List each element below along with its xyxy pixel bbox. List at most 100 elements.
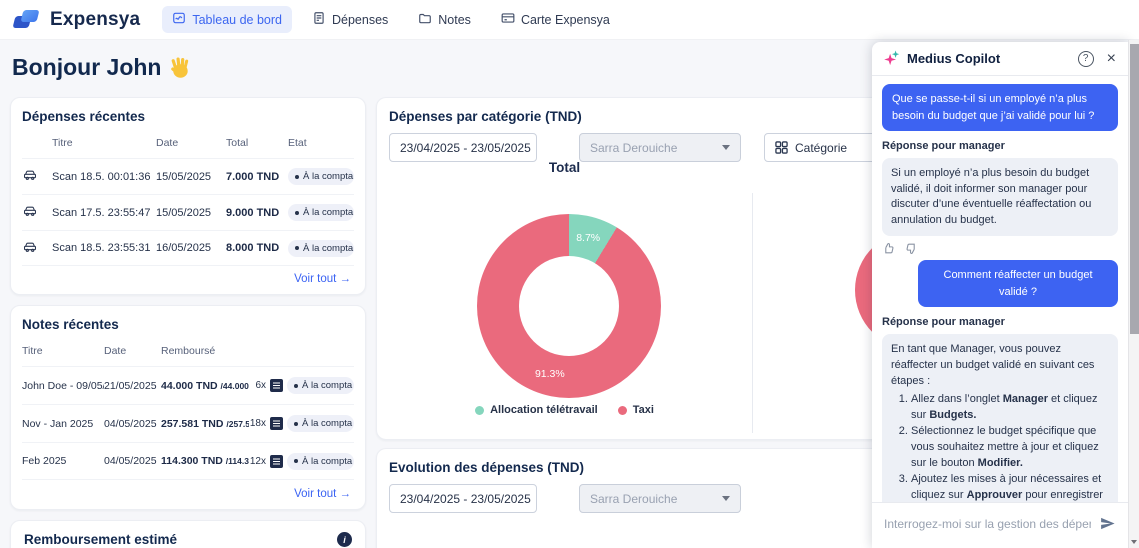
help-icon[interactable]: ? [1078, 51, 1094, 67]
expense-title: Scan 18.5. 00:01:36 [52, 171, 156, 183]
user-message: Que se passe-t-il si un employé n’a plus… [882, 84, 1118, 131]
thumbs-down-icon[interactable] [905, 242, 918, 255]
expense-row[interactable]: Scan 18.5. 23:55:31 16/05/2025 8.000 TND… [22, 230, 354, 266]
note-date: 04/05/2025 [104, 418, 161, 430]
chevron-down-icon [722, 145, 730, 150]
donut-slice-label: 8.7% [576, 232, 600, 244]
list-icon [270, 379, 283, 392]
status-badge: À la compta [288, 240, 354, 257]
assistant-steps: Allez dans l’onglet Manager et cliquez s… [891, 392, 1109, 502]
expensya-logo[interactable]: Expensya [14, 9, 140, 31]
sparkle-icon [884, 50, 900, 67]
copilot-title: Medius Copilot [907, 51, 1071, 66]
list-icon [270, 417, 283, 430]
note-amount: 257.581 TND [161, 418, 223, 430]
note-title: John Doe - 09/05/... [22, 380, 104, 392]
legend-item: Taxi [618, 404, 654, 416]
scrollbar-thumb[interactable] [1130, 44, 1139, 334]
expense-title: Scan 17.5. 23:55:47 [52, 207, 156, 219]
note-date: 21/05/2025 [104, 380, 161, 392]
category-donut-chart: 8.7% 91.3% [477, 214, 661, 398]
taxi-icon [22, 203, 52, 222]
see-all-notes-link[interactable]: Voir tout → [294, 488, 351, 500]
estimated-reimbursement-card: Remboursement estimé i [10, 520, 366, 548]
grid-icon [775, 141, 788, 154]
date-range-input[interactable]: 23/04/2025 - 23/05/2025 [389, 133, 537, 162]
card-title: Dépenses récentes [22, 109, 354, 124]
tab-notes[interactable]: Notes [408, 6, 481, 33]
notes-table-header: Titre Date Remboursé [22, 345, 354, 366]
col-etat: Etat [288, 137, 354, 149]
waving-hand-icon [169, 56, 193, 80]
expense-row[interactable]: Scan 18.5. 00:01:36 15/05/2025 7.000 TND… [22, 158, 354, 194]
expense-total: 7.000 TND [226, 171, 288, 183]
note-amount: 44.000 TND [161, 380, 218, 392]
assistant-message: Si un employé n’a plus besoin du budget … [882, 158, 1118, 236]
expense-row[interactable]: Scan 17.5. 23:55:47 15/05/2025 9.000 TND… [22, 194, 354, 230]
note-row[interactable]: John Doe - 09/05/... 21/05/2025 44.000 T… [22, 366, 354, 404]
donut-slice-label: 91.3% [535, 368, 565, 380]
status-dot-icon [295, 175, 299, 179]
copilot-input[interactable] [884, 517, 1091, 531]
folder-icon [418, 11, 432, 28]
status-dot-icon [294, 384, 298, 388]
legend-item: Allocation télétravail [475, 404, 598, 416]
answer-label: Réponse pour manager [882, 316, 1118, 328]
note-date: 04/05/2025 [104, 455, 161, 467]
legend-dot-icon [475, 406, 484, 415]
scrollbar-down-arrow-icon[interactable] [1131, 540, 1137, 544]
expenses-table-header: Titre Date Total Etat [22, 137, 354, 158]
feedback-buttons [882, 242, 1118, 255]
page-title: Bonjour John [12, 54, 193, 81]
user-filter-select[interactable]: Sarra Derouiche [579, 133, 741, 162]
step-item: Allez dans l’onglet Manager et cliquez s… [911, 392, 1109, 423]
page-scrollbar[interactable] [1128, 40, 1139, 548]
card-icon [501, 11, 515, 28]
card-title: Remboursement estimé [24, 532, 177, 547]
tab-label: Notes [438, 13, 471, 27]
recent-expenses-card: Dépenses récentes Titre Date Total Etat … [10, 97, 366, 295]
user-filter-select[interactable]: Sarra Derouiche [579, 484, 741, 513]
medius-copilot-panel: Medius Copilot ? × Que se passe-t-il si … [872, 42, 1128, 548]
tab-label: Carte Expensya [521, 13, 610, 27]
chevron-down-icon [722, 496, 730, 501]
copilot-input-bar [872, 502, 1128, 548]
col-titre: Titre [22, 345, 104, 357]
step-item: Sélectionnez le budget spécifique que vo… [911, 424, 1109, 471]
nav-tabs: Tableau de bord Dépenses Notes Carte Exp… [162, 6, 620, 33]
donut-legend: Allocation télétravail Taxi [377, 404, 752, 416]
expense-date: 15/05/2025 [156, 207, 226, 219]
col-date: Date [104, 345, 161, 357]
date-range-input[interactable]: 23/04/2025 - 23/05/2025 [389, 484, 537, 513]
tab-depenses[interactable]: Dépenses [302, 6, 398, 33]
info-icon[interactable]: i [337, 532, 352, 547]
tab-tableau-de-bord[interactable]: Tableau de bord [162, 6, 292, 33]
note-row[interactable]: Nov - Jan 2025 04/05/2025 257.581 TND /2… [22, 404, 354, 442]
taxi-icon [22, 167, 52, 186]
copilot-thread: Que se passe-t-il si un employé n’a plus… [872, 76, 1128, 502]
note-amount: 114.300 TND [161, 455, 223, 467]
thumbs-up-icon[interactable] [882, 242, 895, 255]
expense-date: 16/05/2025 [156, 242, 226, 254]
status-badge: À la compta [287, 453, 354, 470]
status-badge: À la compta [287, 415, 354, 432]
note-amount-of: /44.000 [221, 381, 249, 391]
send-icon[interactable] [1099, 515, 1116, 532]
vertical-divider [752, 193, 753, 433]
dashboard-icon [172, 11, 186, 28]
list-icon [270, 455, 283, 468]
step-item: Ajoutez les mises à jour nécessaires et … [911, 472, 1109, 502]
tab-carte-expensya[interactable]: Carte Expensya [491, 6, 620, 33]
copilot-header: Medius Copilot ? × [872, 42, 1128, 76]
tab-label: Tableau de bord [192, 13, 282, 27]
status-badge: À la compta [287, 377, 354, 394]
expensya-logo-icon [14, 9, 41, 30]
expense-title: Scan 18.5. 23:55:31 [52, 242, 156, 254]
note-row[interactable]: Feb 2025 04/05/2025 114.300 TND /114.300… [22, 442, 354, 480]
status-badge: À la compta [288, 204, 354, 221]
close-icon[interactable]: × [1107, 51, 1116, 67]
note-title: Feb 2025 [22, 455, 104, 467]
see-all-expenses-link[interactable]: Voir tout → [294, 273, 351, 285]
donut-hole [519, 256, 619, 356]
note-count: 18x [250, 418, 266, 429]
